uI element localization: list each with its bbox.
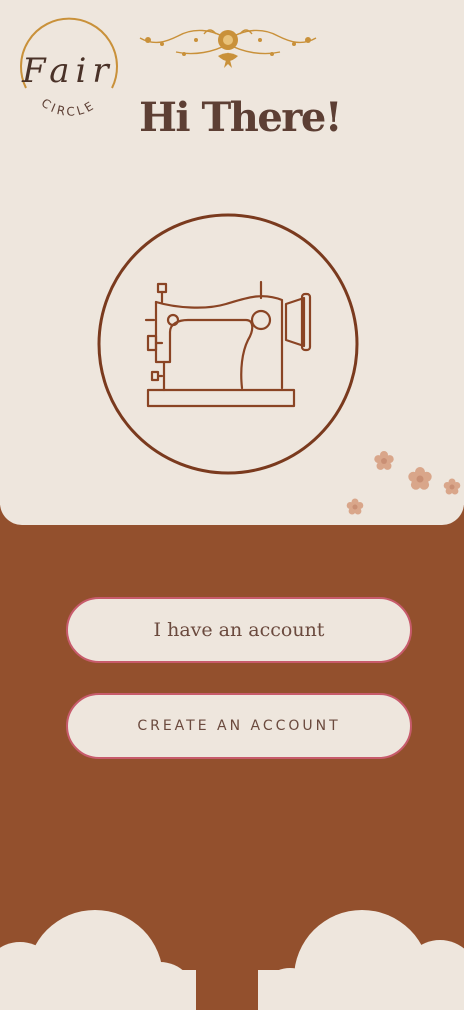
login-button[interactable]: I have an account [66, 597, 412, 663]
logo-script-text: Fair [21, 51, 115, 91]
greeting-title: Hi There! [139, 94, 342, 141]
cloud-decoration [0, 910, 464, 1010]
create-account-button[interactable]: CREATE AN ACCOUNT [66, 693, 412, 759]
top-panel: Fair CIRCLE Hi There! [0, 0, 464, 525]
ornament-flourish [139, 29, 317, 68]
sewing-machine-icon [97, 213, 359, 475]
flower-decoration [346, 451, 461, 515]
